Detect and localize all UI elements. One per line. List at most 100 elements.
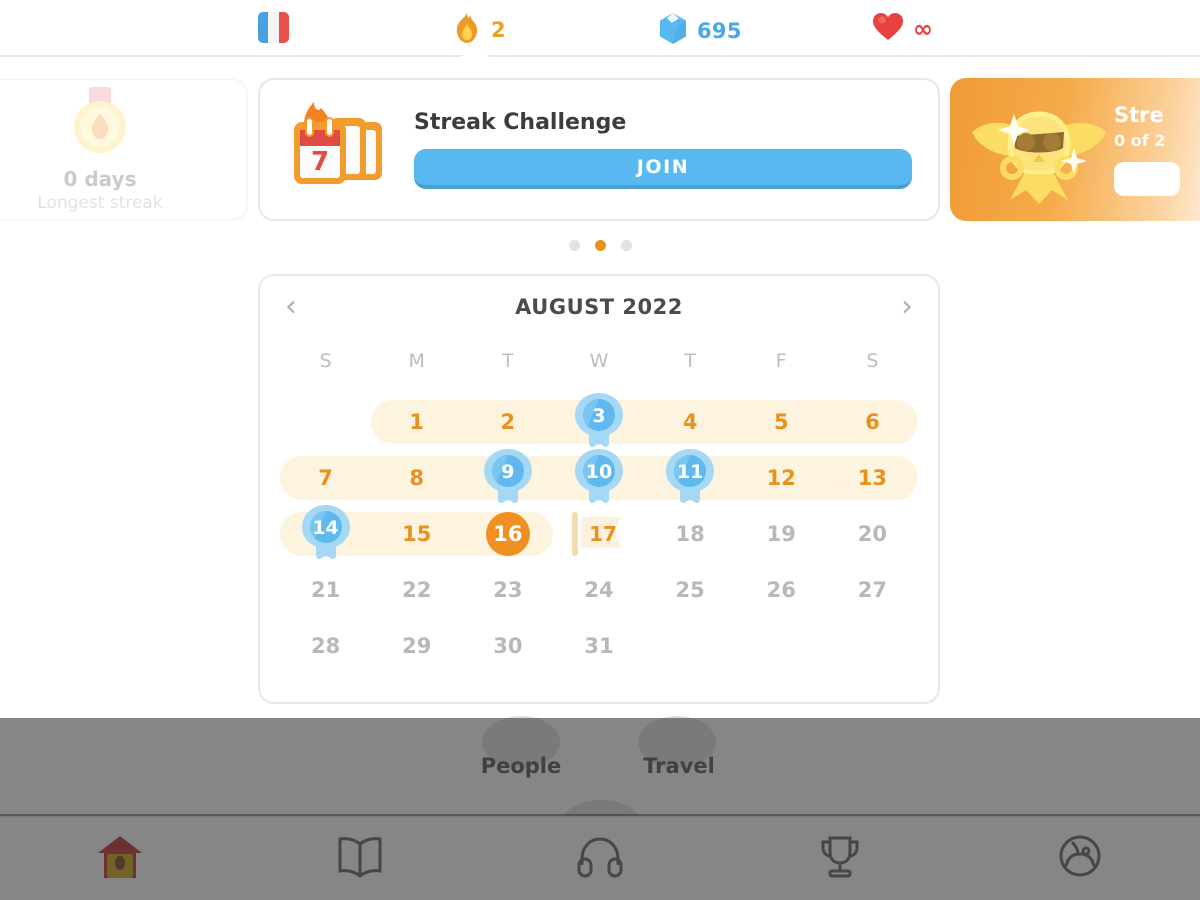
calendar-day[interactable]: 29 bbox=[371, 618, 462, 674]
weekday-tue: T bbox=[502, 350, 514, 372]
calendar-month-title: AUGUST 2022 bbox=[515, 295, 683, 319]
calendar-day-streak-freeze[interactable]: 10 bbox=[553, 449, 644, 506]
calendar-day[interactable]: 23 bbox=[462, 562, 553, 618]
calendar-day-streak[interactable]: 15 bbox=[371, 506, 462, 562]
calendar-day-streak[interactable]: 5 bbox=[736, 394, 827, 450]
calendar-day-streak[interactable]: 8 bbox=[371, 450, 462, 506]
france-flag-icon bbox=[258, 12, 289, 43]
calendar-day[interactable]: 19 bbox=[736, 506, 827, 562]
calendar-day[interactable]: 31 bbox=[553, 618, 644, 674]
longest-streak-value: 0 days bbox=[63, 166, 137, 191]
streak-challenge-title: Streak Challenge bbox=[414, 110, 627, 135]
calendar-day[interactable]: 24 bbox=[553, 562, 644, 618]
goal-flag-icon: 17 bbox=[571, 512, 627, 556]
calendar-day[interactable]: 26 bbox=[736, 562, 827, 618]
calendar-day-number: 11 bbox=[676, 461, 704, 483]
gem-icon bbox=[658, 12, 688, 49]
calendar-day-number: 18 bbox=[675, 522, 705, 546]
nav-item-podcast[interactable] bbox=[480, 835, 720, 883]
nav-item-stories[interactable] bbox=[240, 835, 480, 883]
calendar-day-streak[interactable]: 1 bbox=[371, 394, 462, 450]
hearts-count: ∞ bbox=[913, 14, 934, 43]
nav-item-leaderboard[interactable] bbox=[720, 834, 960, 884]
carousel-dot-3[interactable] bbox=[620, 240, 632, 251]
streak-society-button[interactable] bbox=[1114, 162, 1180, 196]
calendar-day[interactable]: 30 bbox=[462, 618, 553, 674]
calendar-day-streak[interactable]: 4 bbox=[645, 394, 736, 450]
calendar-header: ‹ AUGUST 2022 › bbox=[260, 276, 938, 338]
language-flag-button[interactable] bbox=[258, 12, 289, 43]
streak-counter-button[interactable]: 2 bbox=[452, 12, 506, 48]
calendar-day-number: 26 bbox=[766, 578, 796, 602]
calendar-day-number: 15 bbox=[402, 522, 432, 546]
calendar-day-streak[interactable]: 13 bbox=[827, 450, 918, 506]
nav-item-profile[interactable] bbox=[960, 834, 1200, 884]
calendar-day[interactable]: 28 bbox=[280, 618, 371, 674]
calendar-day[interactable]: 22 bbox=[371, 562, 462, 618]
calendar-day-empty bbox=[280, 394, 371, 450]
calendar-day-number: 23 bbox=[493, 578, 523, 602]
chevron-right-icon[interactable]: › bbox=[892, 292, 922, 322]
calendar-day-empty bbox=[645, 618, 736, 674]
calendar-week-grid: 1 2 3 4 5 6 7 8 9 10 11 12 13 14 15 16 17 18 19 20 21 22 23 24 2… bbox=[260, 372, 938, 674]
carousel-dot-2[interactable] bbox=[594, 240, 606, 251]
calendar-day-number: 25 bbox=[675, 578, 705, 602]
svg-text:7: 7 bbox=[311, 147, 329, 177]
calendar-day[interactable]: 18 bbox=[645, 506, 736, 562]
calendar-day-streak-freeze[interactable]: 9 bbox=[462, 449, 553, 506]
calendar-day-empty bbox=[736, 618, 827, 674]
trophy-icon bbox=[817, 834, 863, 884]
topbar-divider-left bbox=[0, 56, 461, 57]
chevron-left-icon[interactable]: ‹ bbox=[276, 292, 306, 322]
calendar-day-empty bbox=[827, 618, 918, 674]
streak-society-text: Stre 0 of 2 bbox=[1114, 103, 1200, 196]
calendar-day-number: 16 bbox=[485, 512, 530, 556]
calendar-day-number: 2 bbox=[500, 410, 516, 434]
gems-count: 695 bbox=[697, 18, 742, 43]
longest-streak-card[interactable]: 0 days Longest streak bbox=[0, 78, 248, 221]
calendar-day-streak[interactable]: 7 bbox=[280, 450, 371, 506]
calendar-day-number: 10 bbox=[585, 461, 613, 483]
weekday-header-row: S M T W T F S bbox=[260, 350, 938, 372]
calendar-day[interactable]: 27 bbox=[827, 562, 918, 618]
calendar-day[interactable]: 25 bbox=[645, 562, 736, 618]
calendar-day-number: 28 bbox=[310, 634, 341, 658]
calendar-day-streak[interactable]: 6 bbox=[827, 394, 918, 450]
calendar-day-number: 12 bbox=[766, 466, 796, 490]
gems-counter-button[interactable]: 695 bbox=[658, 12, 742, 49]
streak-challenge-body: Streak Challenge JOIN bbox=[404, 110, 912, 189]
calendar-day[interactable]: 21 bbox=[280, 562, 371, 618]
calendar-7-icon: 7 bbox=[286, 100, 404, 200]
longest-streak-label: Longest streak bbox=[37, 192, 163, 213]
streak-society-card[interactable]: Stre 0 of 2 bbox=[950, 78, 1200, 221]
weekday-wed: W bbox=[589, 350, 609, 372]
join-button[interactable]: JOIN bbox=[414, 149, 912, 189]
calendar-day-streak[interactable]: 12 bbox=[736, 450, 827, 506]
book-icon bbox=[336, 835, 384, 883]
nav-item-home[interactable] bbox=[0, 834, 240, 884]
calendar-day-number: 5 bbox=[773, 410, 789, 434]
calendar-day-number: 1 bbox=[409, 410, 425, 434]
calendar-day-streak-freeze[interactable]: 14 bbox=[280, 505, 371, 562]
streak-count: 2 bbox=[491, 18, 506, 42]
calendar-day-goal-flag[interactable]: 17 bbox=[553, 506, 644, 562]
hearts-counter-button[interactable]: ∞ bbox=[872, 12, 933, 45]
weekday-thu: T bbox=[684, 350, 696, 372]
carousel-page-indicator bbox=[0, 240, 1200, 251]
headphones-icon bbox=[576, 835, 624, 883]
calendar-day-streak-freeze[interactable]: 3 bbox=[553, 393, 644, 450]
calendar-day-today[interactable]: 16 bbox=[462, 506, 553, 562]
calendar-day-number: 13 bbox=[857, 466, 888, 490]
calendar-day-streak-freeze[interactable]: 11 bbox=[645, 449, 736, 506]
calendar-day-number: 17 bbox=[589, 522, 617, 546]
calendar-day-number: 4 bbox=[682, 410, 698, 434]
streak-challenge-card: 7 Streak Challenge JOIN bbox=[258, 78, 940, 221]
calendar-week-row: 21 22 23 24 25 26 27 bbox=[280, 562, 918, 618]
calendar-day-number: 27 bbox=[857, 578, 888, 602]
carousel-dot-1[interactable] bbox=[568, 240, 580, 251]
calendar-day-streak[interactable]: 2 bbox=[462, 394, 553, 450]
calendar-day[interactable]: 20 bbox=[827, 506, 918, 562]
calendar-day-number: 31 bbox=[584, 634, 614, 658]
golden-winged-owl-icon bbox=[950, 92, 1114, 208]
streak-calendar: ‹ AUGUST 2022 › S M T W T F S 1234567891… bbox=[258, 274, 940, 704]
